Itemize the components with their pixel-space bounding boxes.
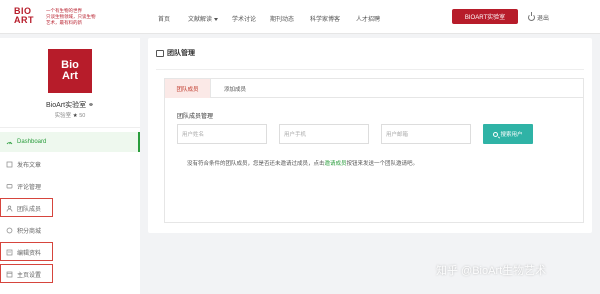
edit-icon xyxy=(6,161,13,168)
phone-input[interactable]: 用户手机 xyxy=(279,124,369,144)
watermark: 知乎 @BioArt生物艺术 xyxy=(436,265,547,277)
sidebar-item-label: 积分商城 xyxy=(17,228,42,235)
nav-literature-label: 文献解读 xyxy=(188,17,213,23)
logo-tagline-3: 艺术，最有料的新 xyxy=(46,20,82,25)
sidebar-item-comments[interactable]: 评论管理 xyxy=(0,176,140,196)
nav-literature[interactable]: 文献解读 xyxy=(188,14,219,23)
highlight-box xyxy=(0,198,53,217)
power-icon xyxy=(528,12,535,21)
lab-button[interactable]: BIOART实验室 xyxy=(452,9,518,24)
invite-member-link[interactable]: 邀请成员 xyxy=(325,161,347,167)
top-navbar: BIO ART 一个有生物的世界 只谈生物领域，只谈生物 艺术，最有料的新 首页… xyxy=(0,0,600,34)
team-panel: 团队成员 添加成员 团队成员管理 用户姓名 用户手机 用户邮箱 搜索用户 没有符… xyxy=(164,78,584,223)
nav-home[interactable]: 首页 xyxy=(158,14,170,23)
highlight-box xyxy=(0,242,53,261)
nav-academic[interactable]: 学术讨论 xyxy=(232,14,256,23)
nav-jobs[interactable]: 人才招聘 xyxy=(356,14,380,23)
team-management-card: 团队管理 团队成员 添加成员 团队成员管理 用户姓名 用户手机 用户邮箱 搜索用… xyxy=(148,38,592,233)
search-user-button[interactable]: 搜索用户 xyxy=(483,124,533,144)
profile-meta: 实验室 ★ 50 xyxy=(0,111,140,119)
site-logo[interactable]: BIO ART xyxy=(14,7,40,27)
avatar-line-2: Art xyxy=(62,70,78,82)
page-title: 团队管理 xyxy=(156,48,195,58)
logout-link[interactable]: 退出 xyxy=(528,12,550,22)
comment-icon xyxy=(6,183,13,190)
dashboard-icon xyxy=(6,139,13,146)
profile-role: 实验室 xyxy=(54,113,72,119)
profile-name: BioArt实验室 ⚭ xyxy=(0,100,140,110)
search-button-label: 搜索用户 xyxy=(500,132,523,138)
profile-card: Bio Art BioArt实验室 ⚭ 实验室 ★ 50 xyxy=(0,38,140,128)
profile-score: 50 xyxy=(79,113,86,119)
sidebar-item-label: 发布文章 xyxy=(17,162,42,169)
coin-icon xyxy=(6,227,13,234)
avatar: Bio Art xyxy=(48,49,92,93)
search-icon xyxy=(493,131,499,137)
sidebar-item-points-mall[interactable]: 积分商城 xyxy=(0,220,140,240)
nav-scientist-blog[interactable]: 科学家博客 xyxy=(310,14,340,23)
tab-bar: 团队成员 添加成员 xyxy=(165,79,583,98)
empty-state-message: 没有符合条件的团队成员，您是否还未邀请过成员，点击邀请成员按钮来发送一个团队邀请… xyxy=(187,159,418,167)
profile-name-text: BioArt实验室 xyxy=(46,102,87,109)
tab-team-members[interactable]: 团队成员 xyxy=(165,79,211,98)
nav-journal[interactable]: 期刊动态 xyxy=(270,14,294,23)
tab-add-member[interactable]: 添加成员 xyxy=(211,79,259,98)
sidebar-item-dashboard[interactable]: Dashboard xyxy=(0,132,140,152)
logo-line-2: ART xyxy=(14,15,34,25)
sidebar: Bio Art BioArt实验室 ⚭ 实验室 ★ 50 Dashboard 发… xyxy=(0,38,140,294)
sidebar-item-publish[interactable]: 发布文章 xyxy=(0,154,140,174)
folder-icon xyxy=(156,49,164,57)
page-title-text: 团队管理 xyxy=(167,50,195,57)
message-prefix: 没有符合条件的团队成员，您是否还未邀请过成员，点击 xyxy=(187,161,325,167)
logout-label: 退出 xyxy=(537,16,550,22)
message-suffix: 按钮来发送一个团队邀请吧。 xyxy=(346,161,419,167)
logo-tagline: 一个有生物的世界 只谈生物领域，只谈生物 艺术，最有料的新 xyxy=(46,8,136,26)
email-input[interactable]: 用户邮箱 xyxy=(381,124,471,144)
highlight-box xyxy=(0,264,53,283)
chevron-down-icon xyxy=(214,17,219,21)
sidebar-item-label: 评论管理 xyxy=(17,184,42,191)
divider xyxy=(156,69,584,70)
star-icon: ★ xyxy=(72,113,78,119)
link-icon: ⚭ xyxy=(88,102,94,109)
sidebar-item-label: Dashboard xyxy=(17,139,47,145)
section-title: 团队成员管理 xyxy=(177,114,214,120)
name-input[interactable]: 用户姓名 xyxy=(177,124,267,144)
